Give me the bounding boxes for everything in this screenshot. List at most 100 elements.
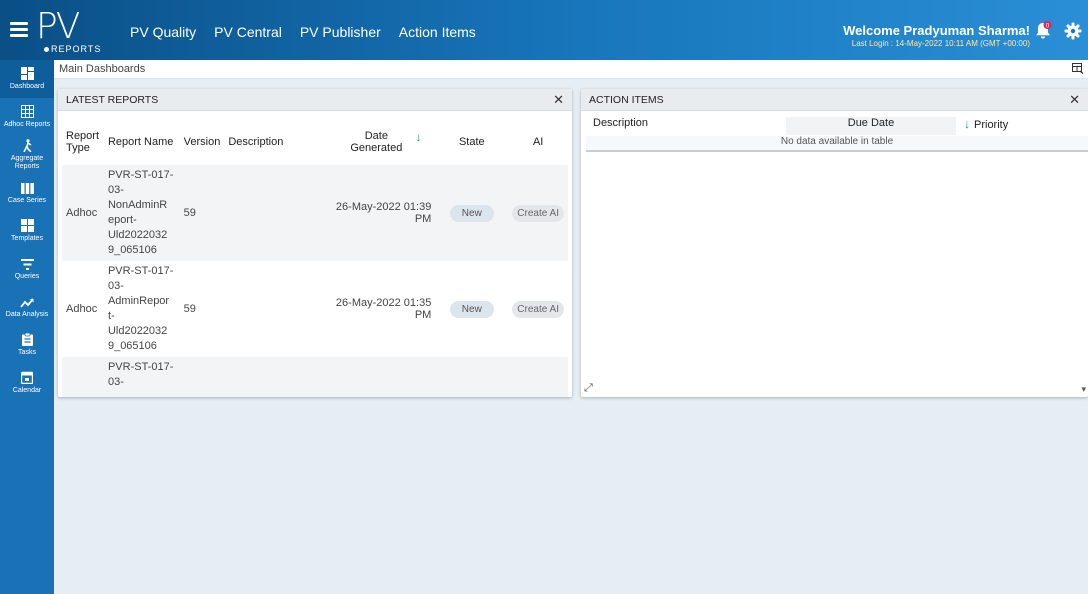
create-ai-button[interactable]: Create AI [512, 300, 564, 318]
cell-state [435, 357, 509, 397]
nav-pv-central[interactable]: PV Central [214, 24, 282, 40]
sidebar-item-dashboard[interactable]: Dashboard [0, 60, 54, 98]
sidebar: Dashboard Adhoc Reports Aggregate Report… [0, 60, 54, 594]
state-badge[interactable]: New [449, 300, 494, 318]
sidebar-item-case-series[interactable]: Case Series [0, 174, 54, 212]
latest-reports-table: Report Type Report Name Version Descript… [62, 119, 568, 397]
resize-icon[interactable]: ⤢ [584, 382, 593, 395]
clipboard-icon [21, 332, 33, 348]
sidebar-label: Templates [11, 235, 43, 242]
columns-icon [20, 182, 34, 196]
gear-icon[interactable] [1064, 22, 1082, 40]
table-row: PVR-ST-017- 03- [62, 357, 568, 397]
sidebar-item-tasks[interactable]: Tasks [0, 326, 54, 364]
col-state[interactable]: State [435, 119, 509, 165]
col-due-date[interactable]: Due Date [786, 117, 956, 135]
close-icon[interactable]: ✕ [553, 92, 564, 108]
cell-description [224, 261, 314, 357]
logo-mark: PV [36, 6, 80, 47]
col-report-name[interactable]: Report Name [103, 119, 180, 165]
sidebar-item-queries[interactable]: Queries [0, 250, 54, 288]
table-row: Adhoc PVR-ST-017- 03- NonAdminR eport- U… [62, 165, 568, 261]
sidebar-label: Aggregate Reports [10, 155, 44, 170]
col-date-generated-label: Date Generated [350, 130, 403, 154]
sort-desc-icon: ↓ [415, 130, 422, 144]
cell-date-generated [313, 357, 436, 397]
sidebar-label: Data Analysis [5, 310, 49, 318]
table-row: Adhoc PVR-ST-017- 03- AdminRepor t- Uld2… [62, 261, 568, 357]
sidebar-label: Dashboard [9, 83, 45, 90]
panel-title: ACTION ITEMS [589, 93, 664, 106]
report-name-link[interactable]: PVR-ST-017- 03- NonAdminR eport- Uld2022… [103, 165, 180, 261]
panel-title: LATEST REPORTS [66, 93, 159, 106]
cell-date-generated: 26-May-2022 01:39 PM [313, 165, 436, 261]
cell-version: 59 [179, 165, 225, 261]
latest-reports-header: LATEST REPORTS ✕ [58, 89, 572, 111]
action-items-panel: ACTION ITEMS ✕ Description Due Date ↓ Pri… [581, 89, 1088, 397]
dashboard-icon [20, 67, 34, 82]
latest-reports-panel: LATEST REPORTS ✕ Report Type Report Name… [58, 89, 572, 397]
cell-report-type: Adhoc [62, 261, 104, 357]
close-icon[interactable]: ✕ [1069, 92, 1080, 108]
filter-icon [20, 258, 34, 272]
cell-version: 59 [179, 261, 225, 357]
top-bar: PV REPORTS PV Quality PV Central PV Publ… [0, 0, 1088, 60]
col-report-type[interactable]: Report Type [62, 119, 104, 165]
cell-description [224, 357, 314, 397]
col-priority-label: Priority [974, 119, 1009, 131]
sidebar-item-aggregate-reports[interactable]: Aggregate Reports [0, 136, 54, 174]
scroll-down-icon[interactable]: ▾ [1081, 384, 1086, 395]
last-login-text: Last Login : 14-May-2022 10:11 AM (GMT +… [851, 39, 1030, 48]
action-items-table-header: Description Due Date ↓ Priority [586, 117, 1088, 135]
report-name-link[interactable]: PVR-ST-017- 03- [103, 357, 180, 397]
user-welcome[interactable]: Welcome Pradyuman Sharma! Last Login : 1… [843, 23, 1030, 48]
bell-icon[interactable]: 0 [1032, 20, 1054, 42]
breadcrumb[interactable]: Main Dashboards [59, 63, 145, 75]
col-ai[interactable]: AI [508, 119, 568, 165]
logo-subtitle: REPORTS [44, 44, 101, 54]
sidebar-label: Queries [14, 272, 40, 280]
pv-reports-logo[interactable]: PV REPORTS [36, 6, 112, 55]
calendar-icon [20, 371, 34, 386]
sidebar-item-data-analysis[interactable]: Data Analysis [0, 288, 54, 326]
sidebar-label: Tasks [18, 349, 36, 356]
nav-pv-quality[interactable]: PV Quality [130, 24, 196, 40]
grid-icon [20, 105, 34, 120]
cell-report-type: Adhoc [62, 165, 104, 261]
figure-icon [21, 139, 34, 154]
welcome-text: Welcome Pradyuman Sharma! [843, 23, 1030, 38]
templates-icon [20, 219, 34, 234]
sidebar-label: Case Series [7, 196, 47, 204]
breadcrumb-bar: Main Dashboards [54, 60, 1088, 79]
cell-version [179, 357, 225, 397]
sidebar-item-templates[interactable]: Templates [0, 212, 54, 250]
col-date-generated[interactable]: Date Generated ↓ [313, 119, 436, 165]
cell-description [224, 165, 314, 261]
sidebar-label: Calendar [12, 387, 42, 394]
nav-action-items[interactable]: Action Items [399, 24, 476, 40]
state-badge[interactable]: New [449, 204, 494, 222]
nav-pv-publisher[interactable]: PV Publisher [300, 24, 381, 40]
action-items-header: ACTION ITEMS ✕ [581, 89, 1088, 111]
sidebar-item-adhoc-reports[interactable]: Adhoc Reports [0, 98, 54, 136]
create-ai-button[interactable]: Create AI [512, 204, 564, 222]
report-name-link[interactable]: PVR-ST-017- 03- AdminRepor t- Uld2022032… [103, 261, 180, 357]
layout-settings-icon[interactable] [1072, 63, 1084, 77]
col-description[interactable]: Description [224, 119, 314, 165]
cell-ai: Create AI [508, 261, 568, 357]
cell-ai: Create AI [508, 165, 568, 261]
col-priority[interactable]: ↓ Priority [956, 117, 1088, 135]
col-description[interactable]: Description [586, 117, 786, 135]
cell-state: New [435, 261, 509, 357]
top-nav: PV Quality PV Central PV Publisher Actio… [130, 24, 476, 40]
col-version[interactable]: Version [179, 119, 225, 165]
reports-table-viewport[interactable]: Report Type Report Name Version Descript… [58, 119, 572, 397]
trend-icon [20, 296, 34, 310]
cell-date-generated: 26-May-2022 01:35 PM [313, 261, 436, 357]
cell-report-type [62, 357, 104, 397]
sort-desc-icon: ↓ [964, 117, 970, 131]
hamburger-menu-icon[interactable] [10, 22, 28, 38]
cell-state: New [435, 165, 509, 261]
sidebar-item-calendar[interactable]: Calendar [0, 364, 54, 402]
sidebar-label: Adhoc Reports [3, 121, 51, 128]
